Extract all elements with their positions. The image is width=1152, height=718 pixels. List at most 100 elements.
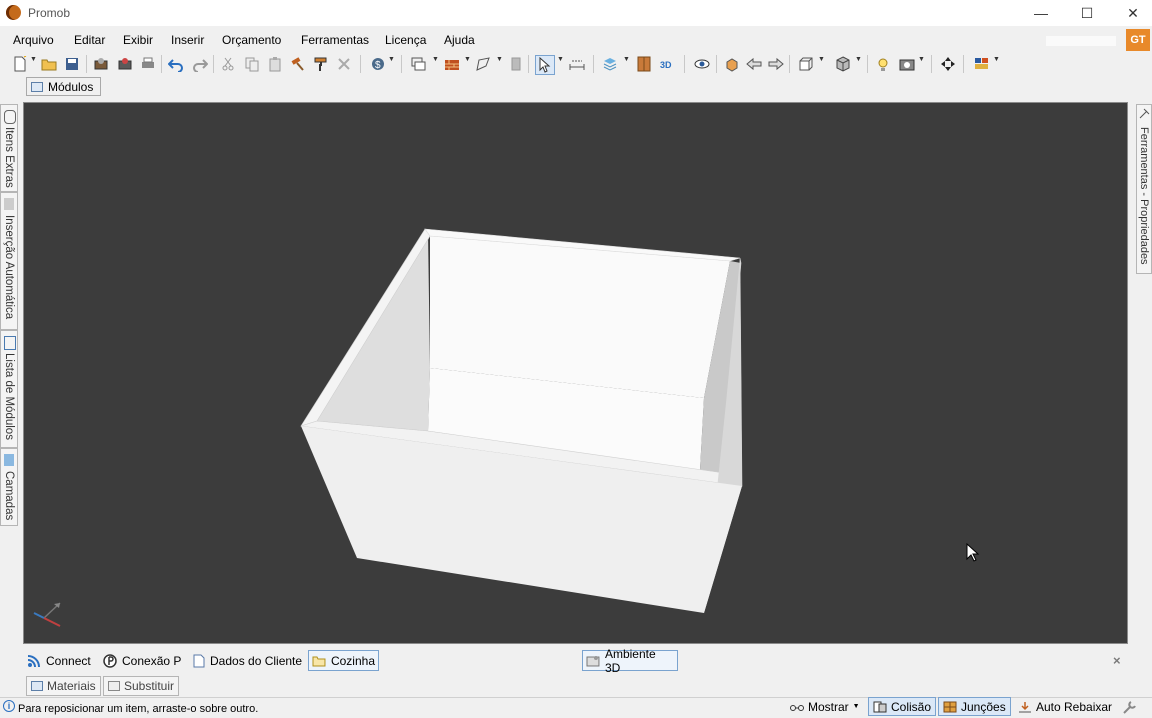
toolbar-separator — [401, 55, 402, 73]
toolbar-separator — [684, 55, 685, 73]
3d-viewport[interactable] — [23, 102, 1128, 644]
view-cube-dropdown-icon[interactable]: ▼ — [818, 56, 825, 63]
menu-licenca[interactable]: Licença — [385, 33, 426, 47]
cabinet-icon[interactable] — [635, 55, 653, 73]
budget-icon[interactable]: $ — [369, 55, 387, 73]
layers-dropdown-icon[interactable]: ▼ — [623, 56, 630, 63]
menu-ajuda[interactable]: Ajuda — [444, 33, 475, 47]
user-badge[interactable]: GT — [1126, 29, 1150, 51]
tab-materiais[interactable]: Materiais — [26, 676, 101, 696]
search-field[interactable] — [1046, 36, 1116, 46]
juncoes-toggle[interactable]: Junções — [938, 697, 1011, 716]
redo-icon[interactable] — [191, 55, 209, 73]
panel-tab-insercao-automatica[interactable]: Inserção Automática — [0, 192, 18, 330]
measure-icon[interactable] — [568, 55, 586, 73]
tab-connect[interactable]: Connect — [24, 650, 94, 671]
panel-tab-ferramentas-propriedades[interactable]: Ferramentas - Propriedades — [1136, 104, 1152, 274]
cabinet-3d-model[interactable] — [24, 103, 1127, 643]
box-dropdown-icon[interactable]: ▼ — [855, 56, 862, 63]
render-icon[interactable] — [92, 55, 110, 73]
maximize-button[interactable]: ☐ — [1064, 0, 1110, 26]
toolbar-separator — [528, 55, 529, 73]
view-orbit-icon[interactable] — [723, 55, 741, 73]
hammer-icon[interactable] — [289, 55, 307, 73]
panel-tab-label: Inserção Automática — [3, 215, 15, 320]
shape-dropdown-icon[interactable]: ▼ — [496, 56, 503, 63]
menu-arquivo[interactable]: Arquivo — [13, 33, 54, 47]
paint-roller-icon[interactable] — [312, 55, 330, 73]
menu-editar[interactable]: Editar — [74, 33, 105, 47]
open-folder-icon[interactable] — [40, 55, 58, 73]
panel-icon[interactable] — [507, 55, 525, 73]
select-dropdown-icon[interactable]: ▼ — [557, 56, 564, 63]
new-file-icon[interactable] — [11, 55, 29, 73]
panel-tab-label: Ferramentas - Propriedades — [1138, 127, 1150, 265]
tab-ambiente-3d[interactable]: Ambiente 3D — [582, 647, 678, 675]
tab-cozinha[interactable]: Cozinha — [308, 650, 379, 671]
delete-icon[interactable] — [335, 55, 353, 73]
panel-tab-label: Camadas — [3, 471, 15, 521]
modules-icon — [31, 81, 43, 92]
menu-orcamento[interactable]: Orçamento — [222, 33, 281, 47]
palette-icon[interactable] — [973, 55, 991, 73]
panel-tab-label: Itens Extras — [3, 127, 15, 188]
view-left-icon[interactable] — [745, 55, 763, 73]
pin-icon[interactable] — [1138, 108, 1150, 120]
copy-icon[interactable] — [243, 55, 261, 73]
wall-icon[interactable] — [443, 55, 461, 73]
tab-substituir[interactable]: Substituir — [103, 676, 180, 696]
move-arrows-icon[interactable] — [939, 55, 957, 73]
folder-icon — [312, 656, 326, 666]
print-icon[interactable] — [139, 55, 157, 73]
document-icon — [193, 654, 205, 667]
eye-icon[interactable] — [693, 55, 711, 73]
new-file-dropdown-icon[interactable]: ▼ — [30, 56, 37, 63]
menu-inserir[interactable]: Inserir — [171, 33, 204, 47]
menu-ferramentas[interactable]: Ferramentas — [301, 33, 369, 47]
tab-conexao[interactable]: Conexão P — [100, 650, 184, 671]
toolbar-separator — [86, 55, 87, 73]
toolbar-separator — [867, 55, 868, 73]
minimize-button[interactable]: — — [1018, 0, 1064, 26]
mostrar-dropdown-icon: ▼ — [852, 703, 860, 710]
toolbar-separator — [161, 55, 162, 73]
light-icon[interactable] — [875, 55, 893, 73]
layout-icon[interactable] — [409, 55, 427, 73]
undo-icon[interactable] — [167, 55, 185, 73]
view-right-icon[interactable] — [767, 55, 785, 73]
menu-exibir[interactable]: Exibir — [123, 33, 153, 47]
camera-icon[interactable] — [898, 55, 916, 73]
layout-dropdown-icon[interactable]: ▼ — [432, 56, 439, 63]
camera-dropdown-icon[interactable]: ▼ — [918, 56, 925, 63]
collision-icon — [873, 701, 887, 712]
modulos-tab[interactable]: Módulos — [26, 77, 101, 96]
box-icon[interactable] — [834, 55, 852, 73]
paste-icon[interactable] — [266, 55, 284, 73]
tab-substituir-label: Substituir — [124, 679, 175, 693]
cut-icon[interactable] — [219, 55, 237, 73]
mostrar-button[interactable]: Mostrar ▼ — [786, 697, 864, 716]
close-window-button[interactable]: ✕ — [1110, 0, 1152, 26]
magic-icon — [4, 198, 14, 210]
colisao-toggle[interactable]: Colisão — [868, 697, 937, 716]
3d-icon[interactable]: 3D — [658, 55, 676, 73]
auto-rebaixar-toggle[interactable]: Auto Rebaixar — [1014, 697, 1116, 716]
palette-dropdown-icon[interactable]: ▼ — [993, 56, 1000, 63]
budget-dropdown-icon[interactable]: ▼ — [388, 56, 395, 63]
colisao-label: Colisão — [891, 699, 932, 714]
rss-icon — [27, 654, 40, 667]
render-settings-icon[interactable] — [116, 55, 134, 73]
tab-dados-do-cliente[interactable]: Dados do Cliente — [190, 650, 305, 671]
wrench-icon[interactable] — [1122, 699, 1138, 715]
shape-icon[interactable] — [474, 55, 492, 73]
select-pointer-icon[interactable] — [535, 55, 555, 75]
panel-tab-camadas[interactable]: Camadas — [0, 448, 18, 526]
wall-dropdown-icon[interactable]: ▼ — [464, 56, 471, 63]
save-icon[interactable] — [63, 55, 81, 73]
panel-tab-lista-de-modulos[interactable]: Lista de Módulos — [0, 330, 18, 448]
juncoes-label: Junções — [961, 699, 1006, 714]
panel-tab-itens-extras[interactable]: Itens Extras — [0, 104, 18, 192]
view-cube-icon[interactable] — [797, 55, 815, 73]
layers-icon[interactable] — [601, 55, 619, 73]
close-document-button[interactable]: × — [1113, 653, 1121, 668]
